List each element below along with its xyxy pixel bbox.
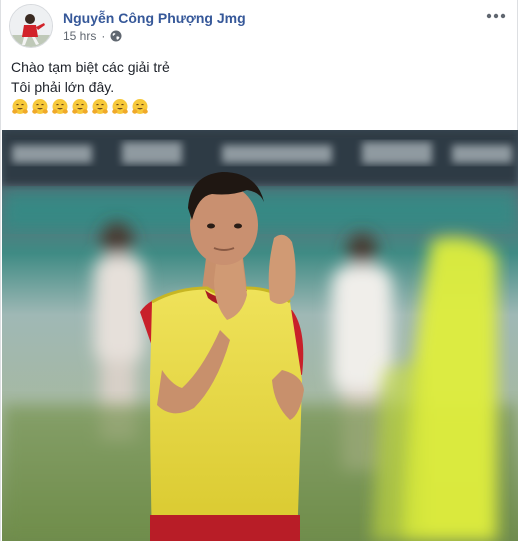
post-header: Nguyễn Công Phượng Jmg 15 hrs · — [9, 4, 509, 50]
post-text-line-2: Tôi phải lớn đây. — [11, 79, 115, 95]
post-text-line-1: Chào tạm biệt các giải trẻ — [11, 59, 170, 75]
hugging-face-emoji-icon — [91, 98, 109, 116]
more-options-button[interactable] — [483, 6, 509, 26]
hugging-face-emoji-icon — [11, 98, 29, 116]
post-timestamp[interactable]: 15 hrs — [63, 29, 96, 43]
hugging-face-emoji-icon — [31, 98, 49, 116]
hugging-face-emoji-icon — [51, 98, 69, 116]
facebook-post: Nguyễn Công Phượng Jmg 15 hrs · Chào tạm… — [0, 0, 518, 541]
hugging-face-emoji-icon — [71, 98, 89, 116]
emoji-row — [11, 98, 501, 116]
post-photo[interactable] — [2, 130, 518, 541]
globe-icon[interactable] — [110, 30, 122, 42]
author-name-link[interactable]: Nguyễn Công Phượng Jmg — [63, 10, 246, 26]
post-meta: 15 hrs · — [63, 29, 122, 43]
post-text: Chào tạm biệt các giải trẻ Tôi phải lớn … — [11, 57, 501, 116]
avatar[interactable] — [9, 4, 53, 48]
hugging-face-emoji-icon — [131, 98, 149, 116]
more-horizontal-icon — [486, 13, 506, 19]
hugging-face-emoji-icon — [111, 98, 129, 116]
meta-separator: · — [101, 29, 106, 43]
